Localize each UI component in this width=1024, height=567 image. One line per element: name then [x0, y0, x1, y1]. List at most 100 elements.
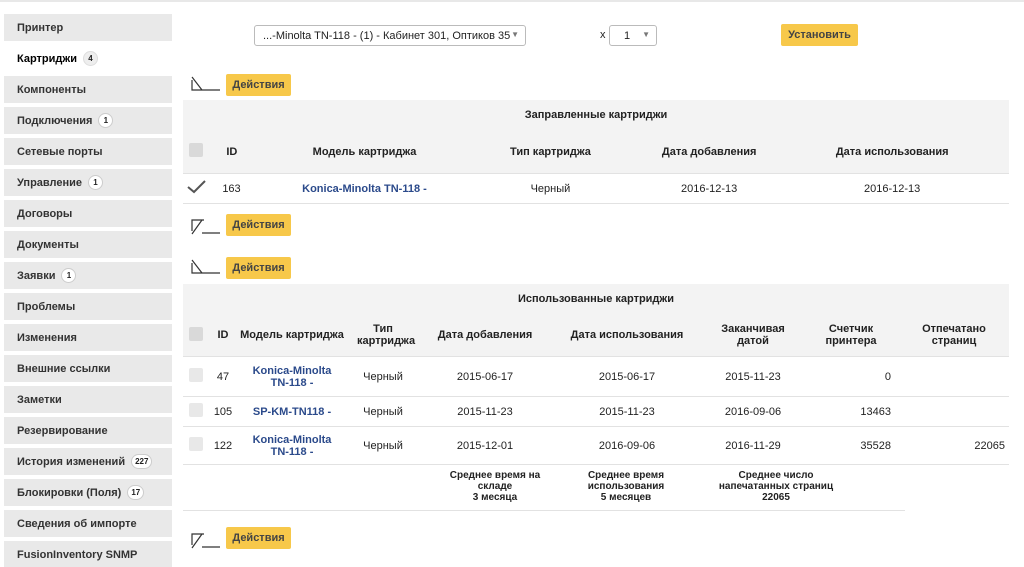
- table-header-row: ID Модель картриджа Тип картриджа Дата д…: [183, 314, 1009, 357]
- column-header: Дата использования: [835, 145, 949, 158]
- arrow-up-left-icon: [191, 533, 220, 549]
- checkmark-icon[interactable]: [186, 180, 206, 194]
- cartridge-model-link[interactable]: Konica-Minolta TN-118 -: [253, 434, 332, 458]
- printer-counter: 0: [884, 370, 891, 383]
- row-id: 163: [222, 182, 241, 195]
- date-used: 2016-09-06: [598, 439, 656, 452]
- cartridge-model-link[interactable]: SP-KM-TN118 -: [253, 406, 331, 418]
- column-header: ID: [217, 329, 229, 341]
- cartridge-type: Черный: [363, 405, 403, 418]
- table-row: 163 Konica-Minolta TN-118 - Черный 2016-…: [183, 174, 1009, 204]
- column-header: Дата добавления: [661, 145, 757, 158]
- actions-button[interactable]: Действия: [226, 214, 291, 236]
- sidebar-item-cartridges[interactable]: Картриджи 4: [4, 45, 172, 72]
- cartridge-type: Черный: [363, 439, 403, 452]
- sidebar-item-components[interactable]: Компоненты: [4, 76, 172, 103]
- count-badge: 4: [82, 51, 98, 66]
- sidebar-item-history[interactable]: История изменений 227: [4, 448, 172, 475]
- used-cartridges-table: Использованные картриджи ID Модель картр…: [183, 284, 1009, 511]
- count-badge: 1: [61, 268, 77, 283]
- sidebar-item-tickets[interactable]: Заявки 1: [4, 262, 172, 289]
- sidebar-item-printer[interactable]: Принтер: [4, 14, 172, 41]
- install-button[interactable]: Установить: [781, 24, 858, 46]
- sidebar-item-import-info[interactable]: Сведения об импорте: [4, 510, 172, 537]
- statistics-row: Среднее время на складе 3 месяца Среднее…: [183, 465, 905, 511]
- sidebar-item-external-links[interactable]: Внешние ссылки: [4, 355, 172, 382]
- column-header: Тип картриджа: [357, 323, 416, 347]
- actions-button[interactable]: Действия: [226, 74, 291, 96]
- printer-counter: 13463: [860, 405, 891, 418]
- date-used: 2015-06-17: [598, 370, 656, 383]
- cartridge-select[interactable]: ...-Minolta TN-118 - (1) - Кабинет 301, …: [254, 25, 526, 46]
- quantity-select[interactable]: 1 ▼: [609, 25, 657, 46]
- date-used: 2016-12-13: [864, 182, 921, 195]
- avg-use-time: Среднее время использования 5 месяцев: [587, 470, 665, 503]
- sidebar-item-documents[interactable]: Документы: [4, 231, 172, 258]
- select-all-checkbox[interactable]: [188, 143, 203, 157]
- column-header: Модель картриджа: [312, 145, 417, 158]
- arrow-down-left-icon: [191, 259, 220, 274]
- chevron-down-icon: ▼: [642, 30, 650, 39]
- column-header: Заканчивая датой: [721, 323, 785, 347]
- column-header: Дата добавления: [437, 329, 533, 341]
- sidebar-item-connections[interactable]: Подключения 1: [4, 107, 172, 134]
- row-id: 122: [213, 439, 233, 452]
- column-header: Модель картриджа: [240, 329, 344, 341]
- count-badge: 1: [88, 175, 104, 190]
- pages-printed: 22065: [974, 439, 1005, 452]
- sidebar-item-fusioninventory-snmp[interactable]: FusionInventory SNMP: [4, 541, 172, 567]
- multiply-label: x: [600, 29, 606, 41]
- sidebar-item-changes[interactable]: Изменения: [4, 324, 172, 351]
- row-checkbox[interactable]: [189, 437, 203, 451]
- column-header: Счетчик принтера: [825, 323, 877, 347]
- cartridge-type: Черный: [363, 370, 403, 383]
- arrow-down-left-icon: [191, 76, 220, 91]
- row-id: 105: [213, 405, 233, 418]
- date-ended: 2016-11-29: [725, 439, 781, 452]
- count-badge: 17: [127, 485, 145, 500]
- sidebar-item-problems[interactable]: Проблемы: [4, 293, 172, 320]
- table-row: 47 Konica-Minolta TN-118 - Черный 2015-0…: [183, 357, 1009, 397]
- count-badge: 227: [131, 454, 153, 469]
- table-row: 122 Konica-Minolta TN-118 - Черный 2015-…: [183, 427, 1009, 465]
- printer-counter: 35528: [860, 439, 891, 452]
- filled-cartridges-table: Заправленные картриджи ID Модель картрид…: [183, 100, 1009, 204]
- actions-button[interactable]: Действия: [226, 527, 291, 549]
- sidebar: Принтер Картриджи 4 Компоненты Подключени…: [4, 14, 172, 567]
- date-ended: 2015-11-23: [725, 370, 781, 383]
- sidebar-item-reservations[interactable]: Резервирование: [4, 417, 172, 444]
- column-header: Отпечатано страниц: [922, 323, 986, 347]
- date-ended: 2016-09-06: [724, 405, 782, 418]
- row-checkbox[interactable]: [189, 403, 203, 417]
- column-header: Дата использования: [570, 329, 684, 341]
- cartridge-type: Черный: [530, 182, 571, 195]
- column-header: ID: [226, 145, 238, 158]
- arrow-up-left-icon: [191, 219, 220, 235]
- avg-pages-printed: Среднее число напечатанных страниц 22065: [718, 470, 834, 503]
- count-badge: 1: [98, 113, 114, 128]
- date-added: 2016-12-13: [680, 182, 738, 195]
- table-header-row: ID Модель картриджа Тип картриджа Дата д…: [183, 130, 1009, 174]
- chevron-down-icon: ▼: [511, 30, 519, 39]
- row-checkbox[interactable]: [189, 368, 203, 382]
- top-border: [0, 0, 1024, 2]
- date-used: 2015-11-23: [599, 405, 655, 418]
- actions-button[interactable]: Действия: [226, 257, 291, 279]
- table-title: Использованные картриджи: [183, 284, 1009, 314]
- sidebar-item-locks[interactable]: Блокировки (Поля) 17: [4, 479, 172, 506]
- date-added: 2015-11-23: [457, 405, 513, 418]
- cartridge-model-link[interactable]: Konica-Minolta TN-118 -: [302, 183, 427, 195]
- sidebar-item-management[interactable]: Управление 1: [4, 169, 172, 196]
- column-header: Тип картриджа: [510, 145, 591, 158]
- cartridge-model-link[interactable]: Konica-Minolta TN-118 -: [253, 365, 332, 389]
- select-all-checkbox[interactable]: [189, 326, 203, 341]
- sidebar-item-network-ports[interactable]: Сетевые порты: [4, 138, 172, 165]
- sidebar-item-contracts[interactable]: Договоры: [4, 200, 172, 227]
- table-title: Заправленные картриджи: [183, 100, 1009, 130]
- row-id: 47: [216, 370, 230, 383]
- sidebar-item-notes[interactable]: Заметки: [4, 386, 172, 413]
- date-added: 2015-06-17: [456, 370, 514, 383]
- avg-stock-time: Среднее время на складе 3 месяца: [449, 470, 541, 503]
- date-added: 2015-12-01: [456, 439, 514, 452]
- table-row: 105 SP-KM-TN118 - Черный 2015-11-23 2015…: [183, 397, 1009, 427]
